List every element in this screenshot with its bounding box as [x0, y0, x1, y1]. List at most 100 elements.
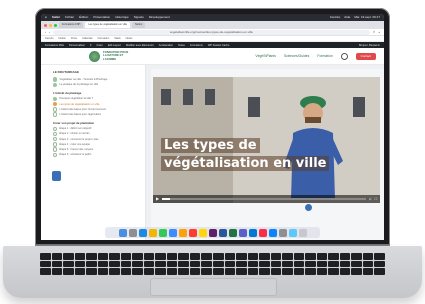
nav-item[interactable]: Formation — [317, 54, 332, 58]
wp-admin-user[interactable]: Bonjour, Benjamin — [359, 44, 380, 47]
forward-icon[interactable]: › — [49, 30, 50, 34]
menubar-item[interactable]: Présentation — [93, 14, 110, 21]
keyboard-key — [74, 253, 86, 260]
cta-button[interactable]: Contact — [355, 52, 376, 60]
check-icon — [53, 77, 58, 82]
menubar-item[interactable]: Fenêtre — [330, 14, 340, 21]
menubar-item[interactable]: Aide — [344, 14, 350, 21]
bookmark-item[interactable]: Notes — [126, 37, 133, 40]
bookmark-item[interactable]: Drive — [71, 37, 77, 40]
wp-admin-item[interactable]: Créer — [96, 44, 103, 47]
play-icon[interactable]: ▶ — [156, 195, 159, 203]
wp-admin-item[interactable]: Notes — [178, 44, 185, 47]
wp-admin-item[interactable]: 0 — [90, 44, 91, 47]
video-controls: ▶ ♫ □ — [153, 195, 380, 203]
wp-admin-item[interactable]: Modifier avec Elementor — [126, 44, 154, 47]
menubar-item[interactable]: Historique — [115, 14, 129, 21]
wp-admin-item[interactable]: Acceleration — [159, 44, 173, 47]
close-window-icon[interactable] — [44, 23, 47, 27]
finder-icon[interactable] — [118, 228, 127, 237]
keyboard-key — [74, 260, 86, 268]
lesson-item[interactable]: La pratique de la plantage en ville — [53, 82, 141, 87]
bookmark-item[interactable]: Slack — [114, 37, 120, 40]
keyboard-key — [97, 253, 109, 260]
wp-admin-item[interactable]: Edit Layout — [108, 44, 121, 47]
lesson-item[interactable]: Étape 6 : entretenir le jardin — [53, 152, 141, 158]
video-player[interactable]: Les types de végétalisation en ville ▶ ♫… — [153, 77, 380, 203]
bookmark-item[interactable]: Favoris — [45, 37, 54, 40]
keyboard-key — [351, 268, 362, 275]
minimize-window-icon[interactable] — [49, 23, 52, 27]
keyboard-key — [259, 268, 270, 275]
mail-icon[interactable] — [168, 228, 177, 237]
browser-tab[interactable]: Formations FNH — [59, 22, 84, 28]
keyboard-key — [224, 268, 236, 275]
wp-admin-item[interactable]: Personnaliser — [69, 44, 85, 47]
launchpad-icon[interactable] — [128, 228, 137, 237]
browser-tab[interactable]: Notion — [131, 22, 146, 28]
safari-icon[interactable] — [138, 228, 147, 237]
downloads-icon[interactable] — [288, 228, 297, 237]
lesson-label: Étape 6 : entretenir le jardin — [59, 153, 92, 157]
macos-dock — [105, 227, 320, 238]
nav-item[interactable]: Sciences/Guides — [284, 54, 309, 58]
check-icon — [53, 126, 58, 132]
menubar-item[interactable]: Signets — [134, 14, 144, 21]
logo-icon[interactable] — [89, 50, 100, 62]
back-icon[interactable]: ‹ — [45, 30, 46, 34]
menubar-item[interactable]: Fichier — [65, 14, 74, 21]
zoom-window-icon[interactable] — [54, 23, 57, 27]
lesson-item[interactable]: L'intérêt des bases pour l'agriculture — [53, 112, 141, 117]
bookmark-item[interactable]: Formation — [98, 37, 110, 40]
nav-item[interactable]: VégéStPlants — [255, 54, 276, 58]
notes-icon[interactable] — [198, 228, 207, 237]
outlook-icon[interactable] — [248, 228, 257, 237]
lesson-content: Les types de végétalisation en ville ▶ ♫… — [151, 69, 384, 240]
browser-tab-active[interactable]: Les types de végétalisation en ville — [85, 22, 130, 28]
accessibility-badge-icon[interactable] — [52, 171, 61, 181]
slack-icon[interactable] — [208, 228, 217, 237]
bookmark-item[interactable]: Calendar — [82, 37, 93, 40]
keyboard-key — [63, 268, 74, 275]
keyboard-key — [155, 260, 166, 268]
teams-icon[interactable] — [238, 228, 247, 237]
keyboard-key — [259, 253, 270, 260]
chat-icon[interactable] — [305, 204, 312, 211]
menubar-item[interactable]: Développement — [149, 14, 170, 21]
calendar-icon[interactable] — [188, 228, 197, 237]
keyboard-key — [270, 268, 282, 275]
bookmark-item[interactable]: Notion — [59, 37, 67, 40]
share-icon[interactable]: ⇧ — [373, 30, 376, 34]
keyboard-key — [328, 260, 339, 268]
wp-admin-item[interactable]: WP Fastest Cache — [208, 44, 230, 47]
keyboard-key — [143, 268, 155, 275]
menubar-app-name[interactable]: Safari — [52, 14, 60, 21]
volume-icon[interactable]: ♫ — [369, 195, 372, 203]
address-field[interactable]: vegetaliserville.org/courses/les-types-d… — [53, 29, 370, 35]
wp-admin-item[interactable]: Formations FNH — [45, 44, 64, 47]
wp-admin-item[interactable]: Formations — [190, 44, 203, 47]
menubar-clock[interactable]: Mar. 19 sept. 09:17 — [354, 14, 380, 21]
lesson-label: L'intérêt des bases pour l'agriculture — [59, 113, 101, 117]
menubar-item[interactable]: Édition — [79, 14, 88, 21]
apple-icon[interactable]: ● — [45, 14, 47, 21]
keyboard-key — [201, 268, 212, 275]
fullscreen-icon[interactable]: □ — [375, 195, 377, 203]
logo-text[interactable]: FONDATION POUR LA NATURE ET L'HOMME — [103, 50, 129, 61]
word-icon[interactable] — [218, 228, 227, 237]
new-tab-icon[interactable]: + — [378, 30, 380, 34]
keyboard-key — [236, 260, 247, 268]
video-progress-bar[interactable] — [162, 198, 366, 200]
keyboard-key — [316, 253, 328, 260]
settings-icon[interactable] — [278, 228, 287, 237]
excel-icon[interactable] — [228, 228, 237, 237]
trackpad — [150, 278, 277, 296]
appstore-icon[interactable] — [268, 228, 277, 237]
trash-icon[interactable] — [298, 228, 307, 237]
photos-icon[interactable] — [178, 228, 187, 237]
music-icon[interactable] — [258, 228, 267, 237]
chrome-icon[interactable] — [148, 228, 157, 237]
messages-icon[interactable] — [158, 228, 167, 237]
keyboard-key — [51, 260, 63, 268]
user-icon[interactable] — [340, 52, 348, 60]
